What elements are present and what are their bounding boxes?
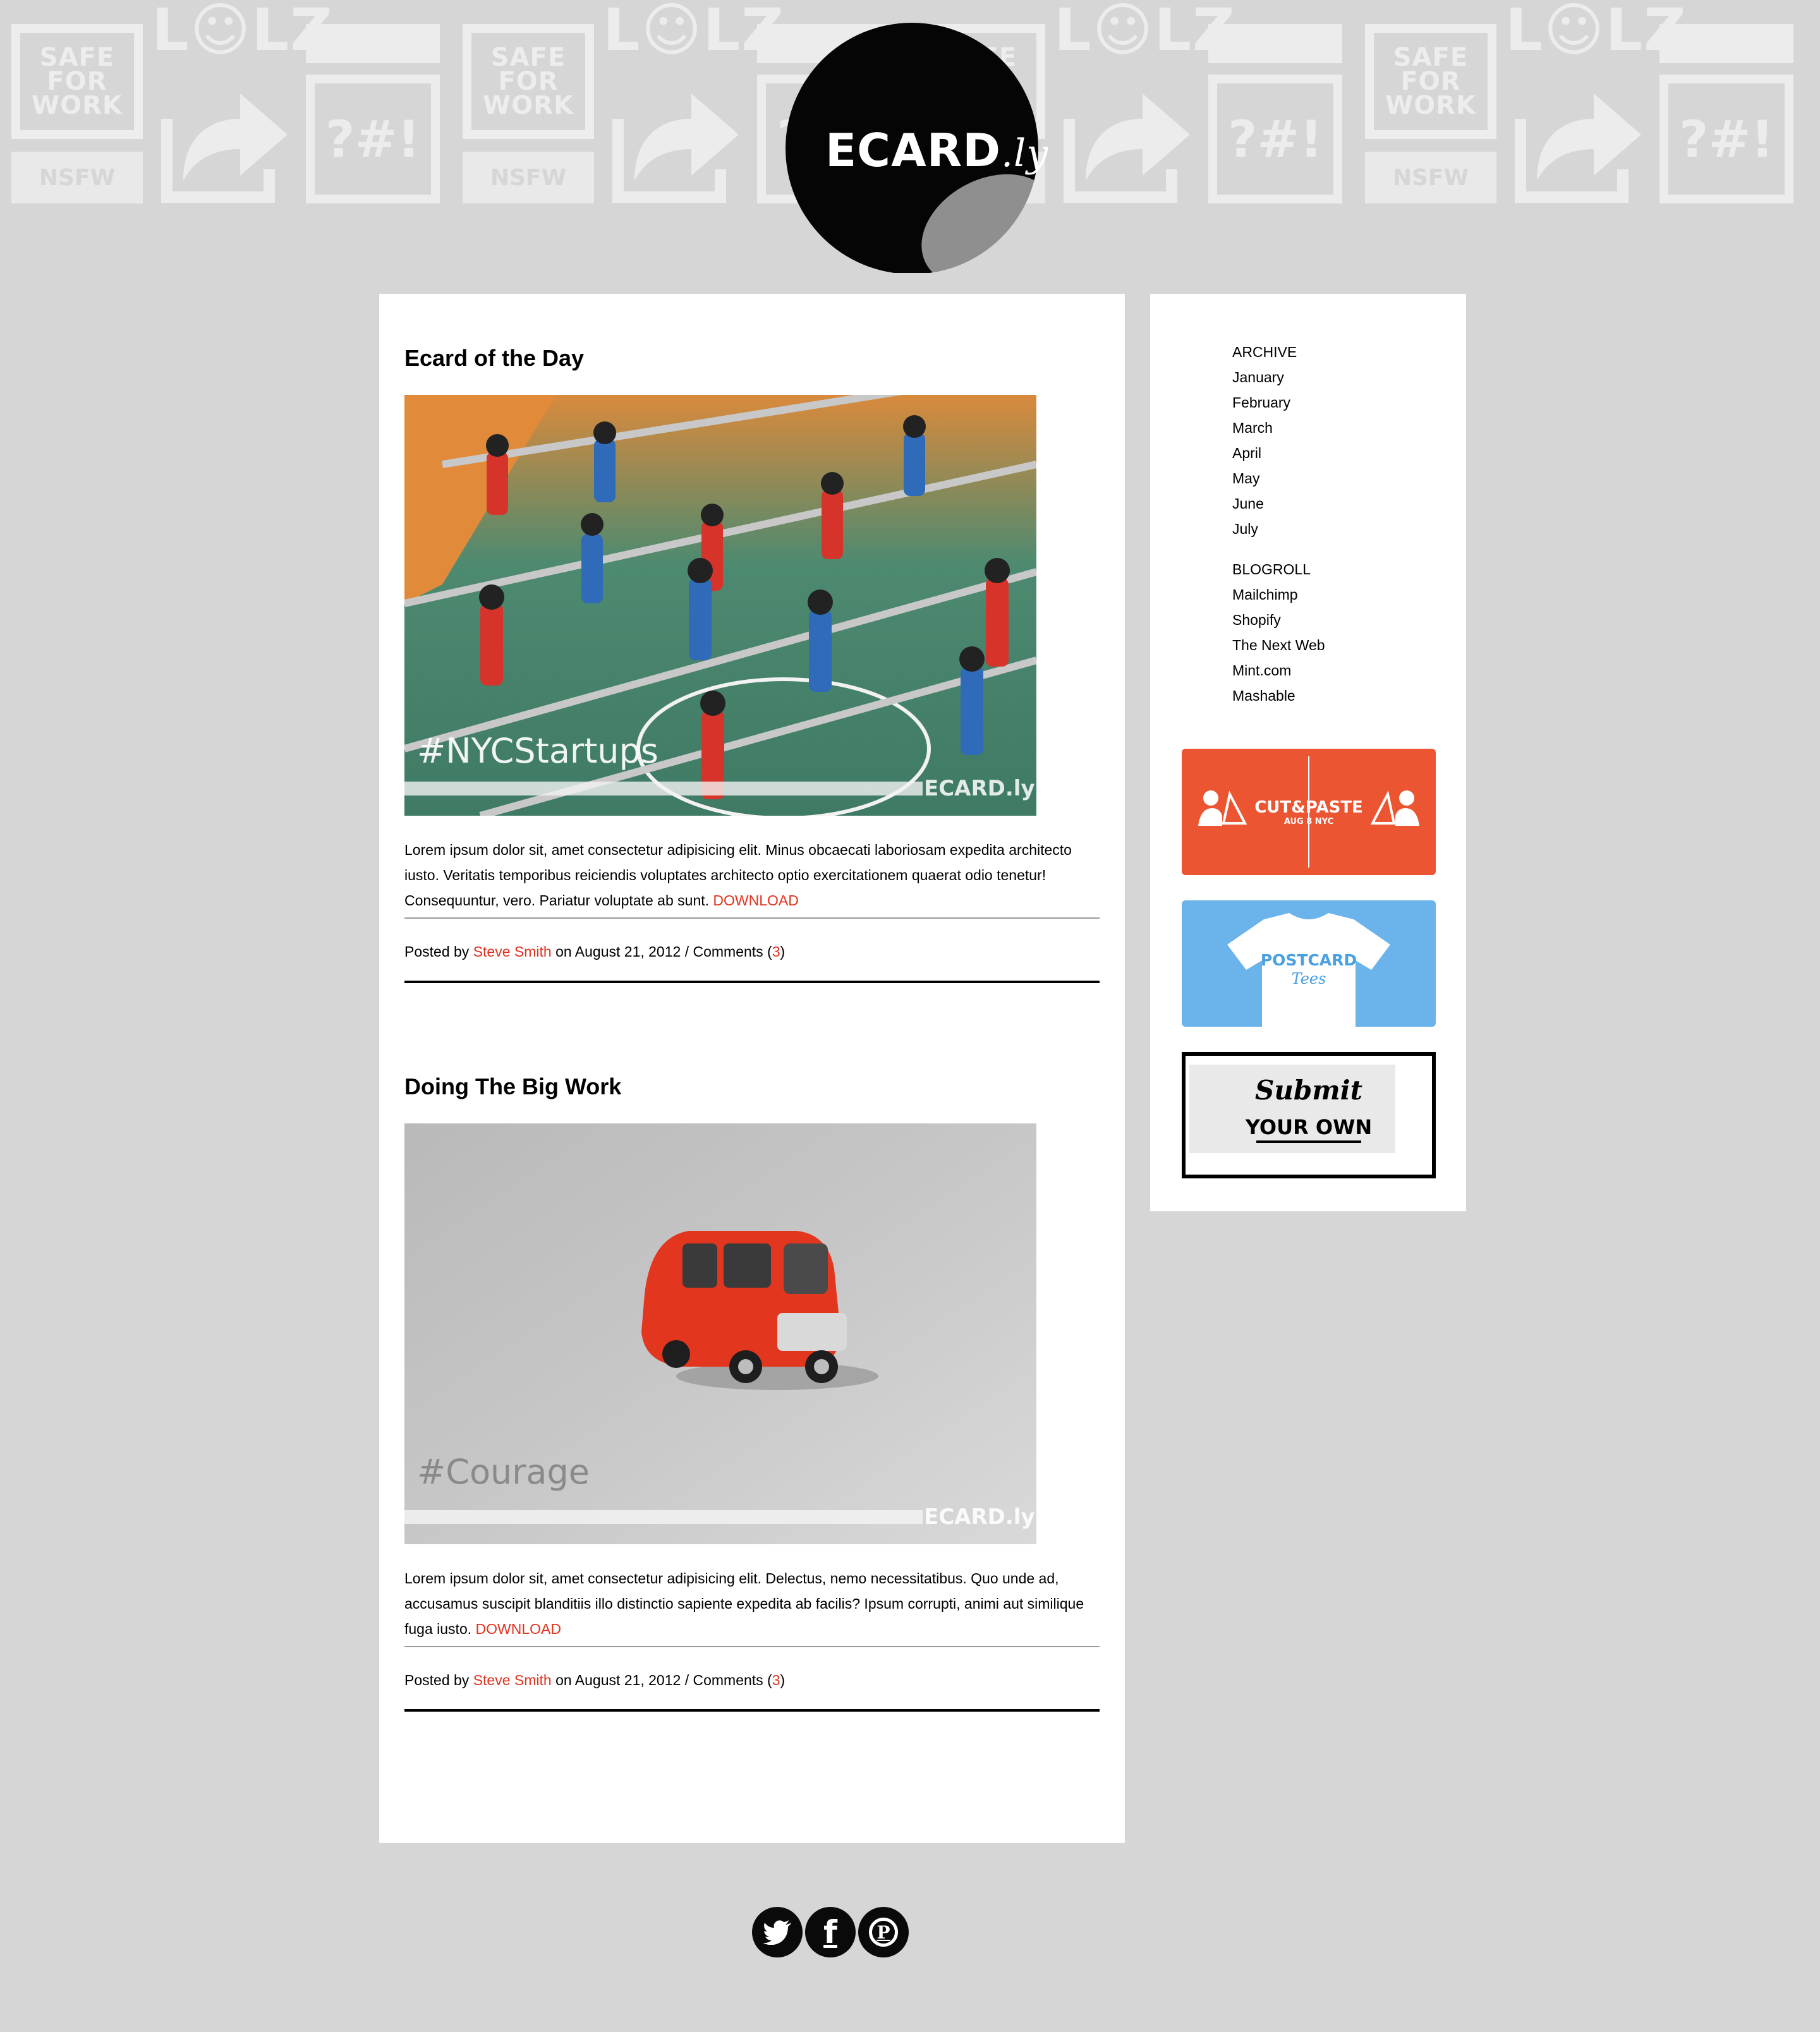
post: Ecard of the Day #NYCStartups ECARD.ly L… (404, 344, 1100, 983)
post-title[interactable]: Doing The Big Work (404, 1073, 1100, 1101)
download-link[interactable]: DOWNLOAD (476, 1621, 561, 1637)
submit-your-own-ad[interactable]: Submit YOUR OWN (1182, 1052, 1436, 1178)
comments-link[interactable]: 3 (772, 943, 780, 960)
blogroll-link-mailchimp[interactable]: Mailchimp (1232, 582, 1325, 607)
blogroll-heading: BLOGROLL (1232, 561, 1311, 578)
pinterest-icon[interactable]: P (858, 1907, 909, 1957)
facebook-icon[interactable]: f (805, 1907, 856, 1957)
post-image[interactable]: #Courage ECARD.ly (404, 1123, 1036, 1544)
share-arrow-icon (161, 94, 288, 203)
share-arrow-icon (1064, 94, 1190, 203)
pattern-block (1659, 24, 1793, 63)
blogroll-link-mint[interactable]: Mint.com (1232, 658, 1325, 683)
red-car (641, 1231, 847, 1383)
blogroll-link-shopify[interactable]: Shopify (1232, 607, 1325, 632)
ad-subtitle: Tees (1291, 970, 1326, 988)
archive-link-may[interactable]: May (1232, 466, 1297, 491)
blogroll-list: BLOGROLL Mailchimp Shopify The Next Web … (1232, 557, 1325, 708)
archive-link-april[interactable]: April (1232, 440, 1297, 466)
cut-paste-ad[interactable]: CUT&PASTE AUG 8 NYC (1182, 749, 1436, 875)
pattern-block (306, 24, 440, 63)
blogroll-link-mashable[interactable]: Mashable (1232, 683, 1325, 708)
pattern-block (1208, 24, 1342, 63)
post-body: Lorem ipsum dolor sit, amet consectetur … (404, 1570, 1084, 1637)
share-arrow-icon (612, 94, 739, 203)
banner-pattern-tile: SAFEFORWORK NSFW L☺LZ ?#! (1354, 0, 1805, 212)
archive-link-july[interactable]: July (1232, 516, 1297, 541)
safe-for-work-badge: SAFEFORWORK (463, 24, 594, 139)
ad-title: POSTCARD (1260, 951, 1357, 969)
ad-subtitle: AUG 8 NYC (1283, 817, 1334, 826)
image-caption: #Courage (417, 1452, 590, 1492)
logo-text[interactable]: ECARD.ly (825, 124, 1048, 177)
symbols-badge: ?#! (306, 75, 440, 203)
blogroll-link-the-next-web[interactable]: The Next Web (1232, 632, 1325, 658)
symbols-badge: ?#! (1208, 75, 1342, 203)
red-car-photo: #Courage ECARD.ly (404, 1123, 1036, 1544)
post-meta: Posted by Steve Smith on August 21, 2012… (404, 1672, 786, 1688)
post-meta: Posted by Steve Smith on August 21, 2012… (404, 943, 786, 960)
image-caption: #NYCStartups (417, 731, 658, 771)
safe-for-work-badge: SAFEFORWORK (1365, 24, 1496, 139)
archive-link-february[interactable]: February (1232, 390, 1297, 415)
post: Doing The Big Work #Courage ECARD.ly Lor… (404, 1073, 1100, 1712)
archive-link-june[interactable]: June (1232, 491, 1297, 516)
nsfw-badge: NSFW (1365, 152, 1496, 203)
image-watermark: ECARD.ly (924, 1504, 1035, 1530)
twitter-icon[interactable] (752, 1907, 803, 1957)
pinterest-glyph: P (869, 1918, 898, 1947)
post-body: Lorem ipsum dolor sit, amet consectetur … (404, 842, 1072, 909)
ad-underline (1256, 1140, 1361, 1143)
sidebar: ARCHIVE January February March April May… (1150, 294, 1466, 1211)
main-content: Ecard of the Day #NYCStartups ECARD.ly L… (379, 294, 1125, 1843)
post-title[interactable]: Ecard of the Day (404, 344, 1100, 372)
archive-link-january[interactable]: January (1232, 365, 1297, 390)
ad-subtitle: YOUR OWN (1245, 1115, 1373, 1139)
divider (404, 917, 1100, 919)
symbols-badge: ?#! (1659, 75, 1793, 203)
archive-list: ARCHIVE January February March April May… (1232, 339, 1297, 541)
author-link[interactable]: Steve Smith (473, 943, 552, 960)
nsfw-badge: NSFW (463, 152, 594, 203)
divider (404, 1646, 1100, 1647)
ad-title: CUT&PASTE (1254, 798, 1363, 817)
author-link[interactable]: Steve Smith (473, 1672, 552, 1688)
image-watermark: ECARD.ly (924, 776, 1035, 801)
download-link[interactable]: DOWNLOAD (713, 892, 798, 909)
divider (404, 1709, 1100, 1712)
comments-link[interactable]: 3 (772, 1672, 780, 1688)
archive-heading: ARCHIVE (1232, 344, 1297, 360)
share-arrow-icon (1515, 94, 1641, 203)
archive-link-march[interactable]: March (1232, 415, 1297, 440)
banner-pattern-tile: SAFEFORWORK NSFW L☺LZ ?#! (0, 0, 451, 212)
postcard-tees-ad[interactable]: POSTCARD Tees (1182, 900, 1436, 1027)
safe-for-work-badge: SAFEFORWORK (11, 24, 143, 139)
ad-title: Submit (1254, 1075, 1363, 1106)
divider (404, 981, 1100, 983)
foosball-photo: #NYCStartups ECARD.ly (404, 395, 1036, 816)
nsfw-badge: NSFW (11, 152, 143, 203)
post-image[interactable]: #NYCStartups ECARD.ly (404, 395, 1036, 816)
